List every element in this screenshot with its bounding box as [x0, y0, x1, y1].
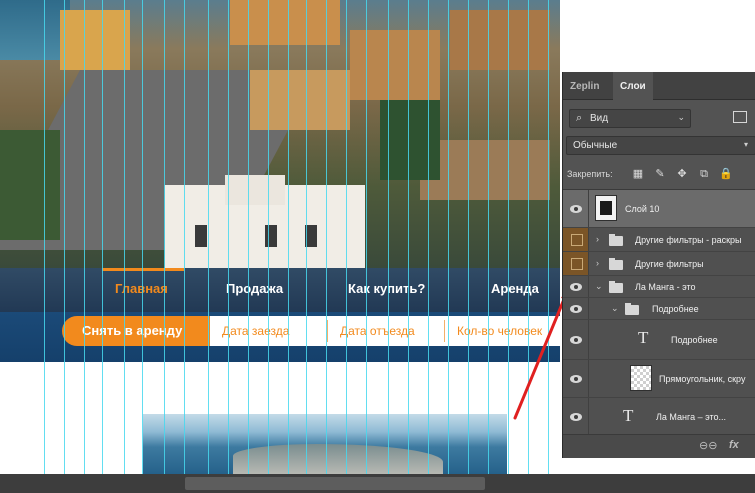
trees — [0, 130, 60, 240]
checkout-field[interactable]: Дата отъезда — [328, 316, 445, 346]
layer-name: Ла Манга – это... — [656, 412, 727, 422]
layer-name: Другие фильтры - раскры — [635, 235, 742, 245]
layer-name: Прямоугольник, скру — [659, 374, 746, 384]
building — [250, 70, 350, 130]
lock-row: Закрепить: ▦ ✎ ✥ ⧉ 🔒 — [567, 167, 755, 181]
layer-row[interactable]: T Ла Манга – это... — [563, 398, 755, 436]
chevron-right-icon[interactable]: › — [596, 258, 599, 268]
thumbnail-content — [600, 201, 612, 215]
layer-row[interactable]: › Другие фильтры - раскры — [563, 228, 755, 252]
villa-window — [265, 225, 277, 247]
folder-icon — [609, 234, 623, 246]
blend-mode-select[interactable]: Обычные ▾ — [566, 136, 755, 155]
folder-icon — [625, 303, 639, 315]
layer-name: Подробнее — [652, 304, 699, 314]
building — [450, 10, 550, 70]
eye-icon — [570, 375, 582, 383]
building — [60, 10, 130, 70]
layer-row[interactable]: T Подробнее — [563, 320, 755, 360]
scrollbar-thumb[interactable] — [185, 477, 485, 490]
visibility-toggle[interactable] — [563, 298, 589, 319]
lock-label: Закрепить: — [567, 169, 613, 179]
eye-icon — [570, 283, 582, 291]
folder-icon — [609, 281, 623, 293]
villa — [165, 175, 365, 268]
folder-icon — [609, 258, 623, 270]
lock-transparency-icon[interactable]: ▦ — [631, 167, 645, 181]
blend-mode-label: Обычные — [573, 140, 618, 151]
layer-name: Другие фильтры — [635, 259, 704, 269]
chevron-down-icon[interactable]: ⌄ — [611, 303, 619, 314]
tab-zeplin[interactable]: Zeplin — [563, 72, 606, 100]
layer-kind-filter[interactable]: ⌕ Вид ⌄ — [569, 109, 691, 128]
la-manga-photo — [143, 414, 507, 474]
nav-home[interactable]: Главная — [115, 281, 168, 296]
nav-sale[interactable]: Продажа — [226, 281, 283, 296]
layer-name: Слой 10 — [625, 204, 660, 214]
panel-tabs: Zeplin Слои — [563, 72, 755, 100]
visibility-toggle[interactable] — [563, 276, 589, 297]
layer-row[interactable]: › Другие фильтры — [563, 252, 755, 276]
visibility-toggle[interactable] — [563, 228, 589, 251]
layer-row[interactable]: Слой 10 — [563, 190, 755, 228]
layers-list: Слой 10 › Другие фильтры - раскры › Друг… — [563, 189, 755, 436]
building — [350, 30, 440, 100]
link-icon[interactable]: ⊖⊖ — [699, 439, 717, 452]
lock-artboard-icon[interactable]: ⧉ — [697, 167, 711, 181]
lock-paint-icon[interactable]: ✎ — [653, 167, 667, 181]
horizontal-scrollbar[interactable] — [0, 474, 755, 493]
checkin-field[interactable]: Дата заезда — [210, 316, 328, 346]
text-layer-icon: T — [638, 328, 649, 347]
layer-thumbnail — [595, 195, 617, 221]
visibility-toggle[interactable] — [563, 398, 589, 435]
lock-all-icon[interactable]: 🔒 — [719, 167, 733, 181]
text-layer-icon: T — [623, 406, 634, 425]
active-indicator — [102, 268, 184, 271]
panel-bottom-bar: ⊖⊖ fx — [563, 434, 755, 458]
search-icon: ⌕ — [576, 112, 583, 124]
visibility-toggle[interactable] — [563, 252, 589, 275]
building — [230, 0, 340, 45]
fx-icon[interactable]: fx — [729, 439, 739, 451]
layers-panel: Zeplin Слои ⌕ Вид ⌄ Обычные ▾ Закрепить:… — [562, 72, 755, 458]
nav-how-to-buy[interactable]: Как купить? — [348, 281, 425, 296]
layer-row[interactable]: Прямоугольник, скру — [563, 360, 755, 398]
layer-row[interactable]: ⌄ Подробнее — [563, 298, 755, 320]
villa-window — [305, 225, 317, 247]
rent-button[interactable]: Снять в аренду — [62, 316, 210, 346]
eye-icon — [570, 205, 582, 213]
eye-icon — [570, 413, 582, 421]
visibility-toggle[interactable] — [563, 360, 589, 397]
visibility-toggle[interactable] — [563, 320, 589, 359]
tab-layers[interactable]: Слои — [613, 72, 653, 100]
lock-position-icon[interactable]: ✥ — [675, 167, 689, 181]
chevron-down-icon: ▾ — [744, 140, 749, 149]
hero-photo — [0, 0, 560, 268]
visibility-toggle[interactable] — [563, 190, 589, 227]
layer-row[interactable]: ⌄ Ла Манга - это — [563, 276, 755, 298]
villa-tower — [225, 175, 285, 205]
layer-name: Подробнее — [671, 335, 718, 345]
palm-trees — [380, 100, 440, 180]
chevron-right-icon[interactable]: › — [596, 234, 599, 244]
layer-thumbnail — [630, 365, 652, 391]
image-filter-icon[interactable] — [733, 111, 747, 123]
peninsula — [233, 444, 443, 474]
arrow-shaft — [513, 290, 569, 420]
eye-icon — [570, 305, 582, 313]
chevron-down-icon[interactable]: ⌄ — [595, 281, 603, 292]
eye-icon — [570, 336, 582, 344]
kind-filter-label: Вид — [590, 113, 609, 124]
chevron-down-icon: ⌄ — [677, 112, 685, 122]
layer-name: Ла Манга - это — [635, 282, 696, 292]
villa-window — [195, 225, 207, 247]
main-navbar: Главная Продажа Как купить? Аренда — [0, 268, 560, 312]
